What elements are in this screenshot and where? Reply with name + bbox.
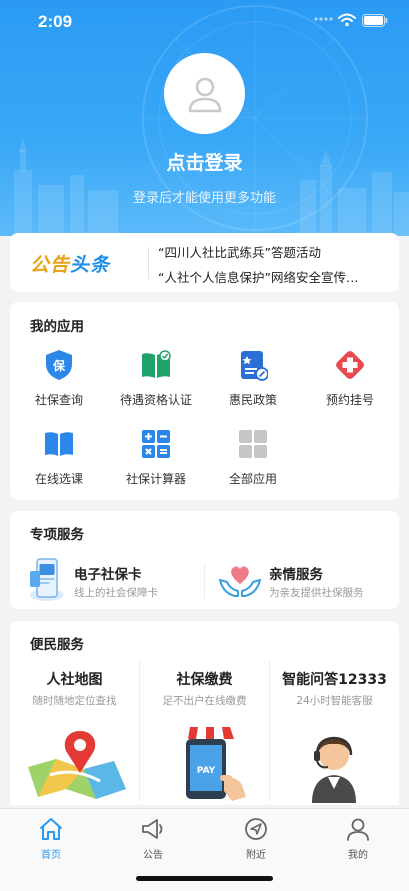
notice-card: 公告 头条 “四川人社比武练兵”答题活动 “人社个人信息保护”网络安全宣传… [10, 233, 399, 292]
open-book-icon [42, 427, 76, 461]
convenience-social-security-payment[interactable]: 社保缴费 足不出户在线缴费 PAY [140, 667, 269, 805]
notice-logo-part2: 头条 [70, 253, 111, 276]
tab-label: 附近 [246, 850, 266, 861]
convenience-desc: 随时随地定位查找 [32, 695, 117, 707]
service-desc: 为亲友提供社保服务 [269, 587, 364, 599]
divider [204, 563, 205, 599]
map-pin-illustration [28, 731, 126, 799]
app-label: 预约挂号 [325, 393, 374, 407]
customer-service-illustration [312, 736, 356, 803]
notice-item[interactable]: “人社个人信息保护”网络安全宣传… [158, 267, 394, 286]
app-label: 社保计算器 [125, 472, 186, 486]
app-all-apps[interactable]: 全部应用 [204, 427, 302, 487]
pay-text: PAY [197, 766, 216, 776]
person-icon [307, 816, 409, 842]
grid-icon [236, 427, 270, 461]
book-check-icon [139, 348, 173, 382]
app-label: 在线选课 [34, 472, 83, 486]
tab-profile[interactable]: 我的 [307, 816, 409, 861]
app-welfare-policy[interactable]: 惠民政策 [204, 348, 302, 408]
app-label: 惠民政策 [228, 393, 277, 407]
avatar[interactable] [164, 53, 245, 134]
app-social-security-calculator[interactable]: 社保计算器 [107, 427, 205, 487]
convenience-title: 人社地图 [46, 672, 103, 688]
convenience-desc: 24小时智能客服 [296, 695, 373, 707]
hands-heart-icon [219, 566, 261, 597]
special-services-card: 专项服务 电子社保卡 线上的社会保障卡 亲情服务 为亲友提供社保服务 [10, 511, 399, 609]
policy-doc-icon [236, 348, 270, 382]
status-time: 2:09 [38, 12, 73, 31]
divider [148, 247, 149, 279]
service-family-care[interactable]: 亲情服务 为亲友提供社保服务 [213, 557, 393, 603]
calculator-icon [139, 427, 173, 461]
home-icon [0, 816, 102, 842]
home-indicator [136, 876, 273, 881]
convenience-desc: 足不出户在线缴费 [162, 695, 247, 707]
tab-label: 公告 [143, 850, 163, 861]
pay-phone-illustration: PAY [178, 727, 246, 801]
tab-label: 我的 [348, 850, 368, 861]
phone-card-icon [30, 558, 64, 601]
login-button[interactable]: 点击登录 [0, 148, 409, 175]
battery-icon [362, 14, 388, 27]
convenience-smart-qa[interactable]: 智能问答12333 24小时智能客服 [270, 667, 399, 805]
shield-icon: 保 [42, 348, 76, 382]
section-title: 我的应用 [30, 319, 84, 335]
notice-logo-part1: 公告 [30, 253, 71, 276]
app-appointment-registration[interactable]: 预约挂号 [301, 348, 399, 408]
app-label: 全部应用 [228, 472, 277, 486]
service-desc: 线上的社会保障卡 [74, 587, 158, 599]
signal-dots-icon [314, 17, 333, 21]
wifi-icon [338, 13, 356, 27]
service-name: 电子社保卡 [74, 567, 142, 583]
status-bar: 2:09 [0, 0, 409, 44]
navigation-icon [205, 816, 307, 842]
medical-cross-icon [333, 348, 367, 382]
app-social-security-query[interactable]: 保 社保查询 [10, 348, 108, 408]
my-apps-card: 我的应用 保 社保查询 待遇资格认证 惠民政策 预约挂号 在线选课 社保计算器 [10, 302, 399, 500]
convenience-hr-map[interactable]: 人社地图 随时随地定位查找 [10, 667, 139, 805]
section-title: 便民服务 [30, 637, 84, 653]
section-title: 专项服务 [30, 527, 84, 543]
tab-label: 首页 [41, 850, 61, 861]
convenience-card: 便民服务 人社地图 随时随地定位查找 社保缴费 足不出户在线缴费 PAY 智能问… [10, 621, 399, 805]
tab-home[interactable]: 首页 [0, 816, 102, 861]
service-e-social-card[interactable]: 电子社保卡 线上的社会保障卡 [22, 557, 202, 603]
notice-item[interactable]: “四川人社比武练兵”答题活动 [158, 242, 394, 261]
convenience-title: 智能问答12333 [282, 672, 387, 688]
megaphone-icon [102, 816, 204, 842]
service-name: 亲情服务 [269, 567, 323, 583]
tab-nearby[interactable]: 附近 [205, 816, 307, 861]
svg-text:保: 保 [52, 358, 66, 373]
login-subtitle: 登录后才能使用更多功能 [132, 191, 276, 206]
app-benefit-certification[interactable]: 待遇资格认证 [107, 348, 205, 408]
tab-notice[interactable]: 公告 [102, 816, 204, 861]
app-label: 待遇资格认证 [119, 393, 192, 407]
convenience-title: 社保缴费 [176, 672, 233, 688]
app-online-course[interactable]: 在线选课 [10, 427, 108, 487]
header-banner: 2:09 点击登录 登录后才能使用更多功能 [0, 0, 409, 236]
app-label: 社保查询 [34, 393, 83, 407]
user-outline-icon [188, 77, 221, 112]
notice-logo: 公告 头条 [30, 251, 111, 276]
